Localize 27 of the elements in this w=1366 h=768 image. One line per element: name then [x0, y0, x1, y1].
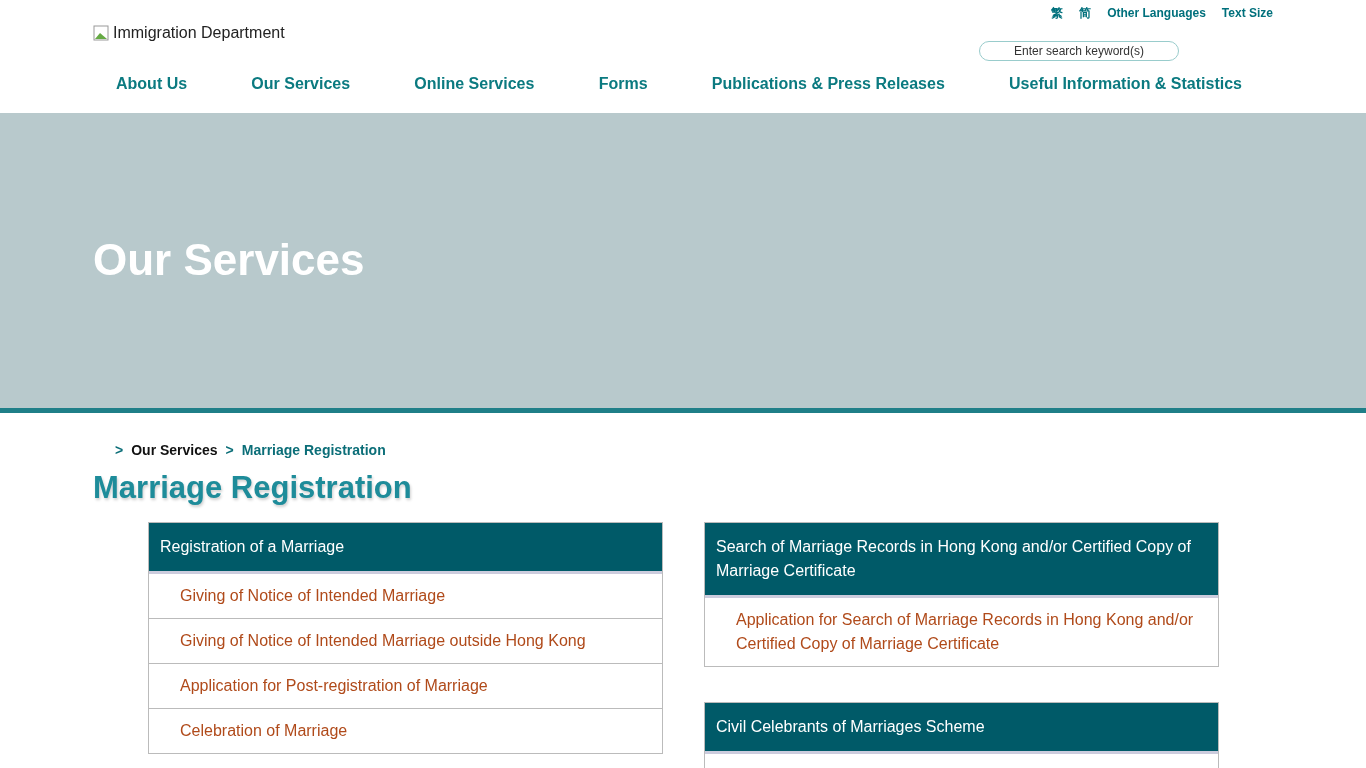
service-link[interactable]: Giving of Notice of Intended Marriage: [149, 574, 662, 619]
search-field[interactable]: Enter search keyword(s): [979, 41, 1179, 61]
nav-link[interactable]: Online Services: [414, 72, 535, 113]
nav-link[interactable]: Useful Information & Statistics: [1009, 72, 1242, 113]
nav-link[interactable]: Publications & Press Releases: [711, 72, 945, 113]
logo-alt-text: Immigration Department: [113, 23, 285, 43]
nav-link[interactable]: Our Services: [251, 72, 351, 113]
banner-title: Our Services: [93, 234, 366, 287]
panel-heading: Civil Celebrants of Marriages Scheme: [705, 703, 1218, 755]
language-link[interactable]: Other Languages: [1107, 4, 1206, 22]
breadcrumb-link[interactable]: Marriage Registration: [241, 440, 386, 461]
service-link[interactable]: Application for Post-registration of Marriage: [149, 663, 662, 709]
breadcrumb-link[interactable]: Our Services: [131, 440, 218, 461]
text-size-link[interactable]: Text Size: [1221, 4, 1273, 22]
breadcrumb-separator: >: [225, 441, 234, 460]
service-link[interactable]: Giving of Notice of Intended Marriage outside Hong Kong: [149, 618, 662, 664]
breadcrumb-separator: >: [115, 441, 124, 460]
panel-heading: Search of Marriage Records in Hong Kong and/or Certified Copy of Marriage Certificate: [705, 523, 1218, 599]
service-link[interactable]: Application for Search of Marriage Records in Hong Kong and/or Certified Copy of Marriage Certificate: [705, 598, 1218, 667]
language-link[interactable]: 繁: [1051, 4, 1064, 22]
nav-link[interactable]: Forms: [598, 72, 648, 113]
page-title: Marriage Registration: [93, 469, 413, 507]
language-link[interactable]: 简: [1079, 4, 1092, 22]
service-link[interactable]: Celebration of Marriage: [149, 708, 662, 754]
broken-image-icon: [93, 25, 109, 41]
panel-heading: Registration of a Marriage: [149, 523, 662, 575]
nav-link[interactable]: About Us: [116, 72, 188, 113]
